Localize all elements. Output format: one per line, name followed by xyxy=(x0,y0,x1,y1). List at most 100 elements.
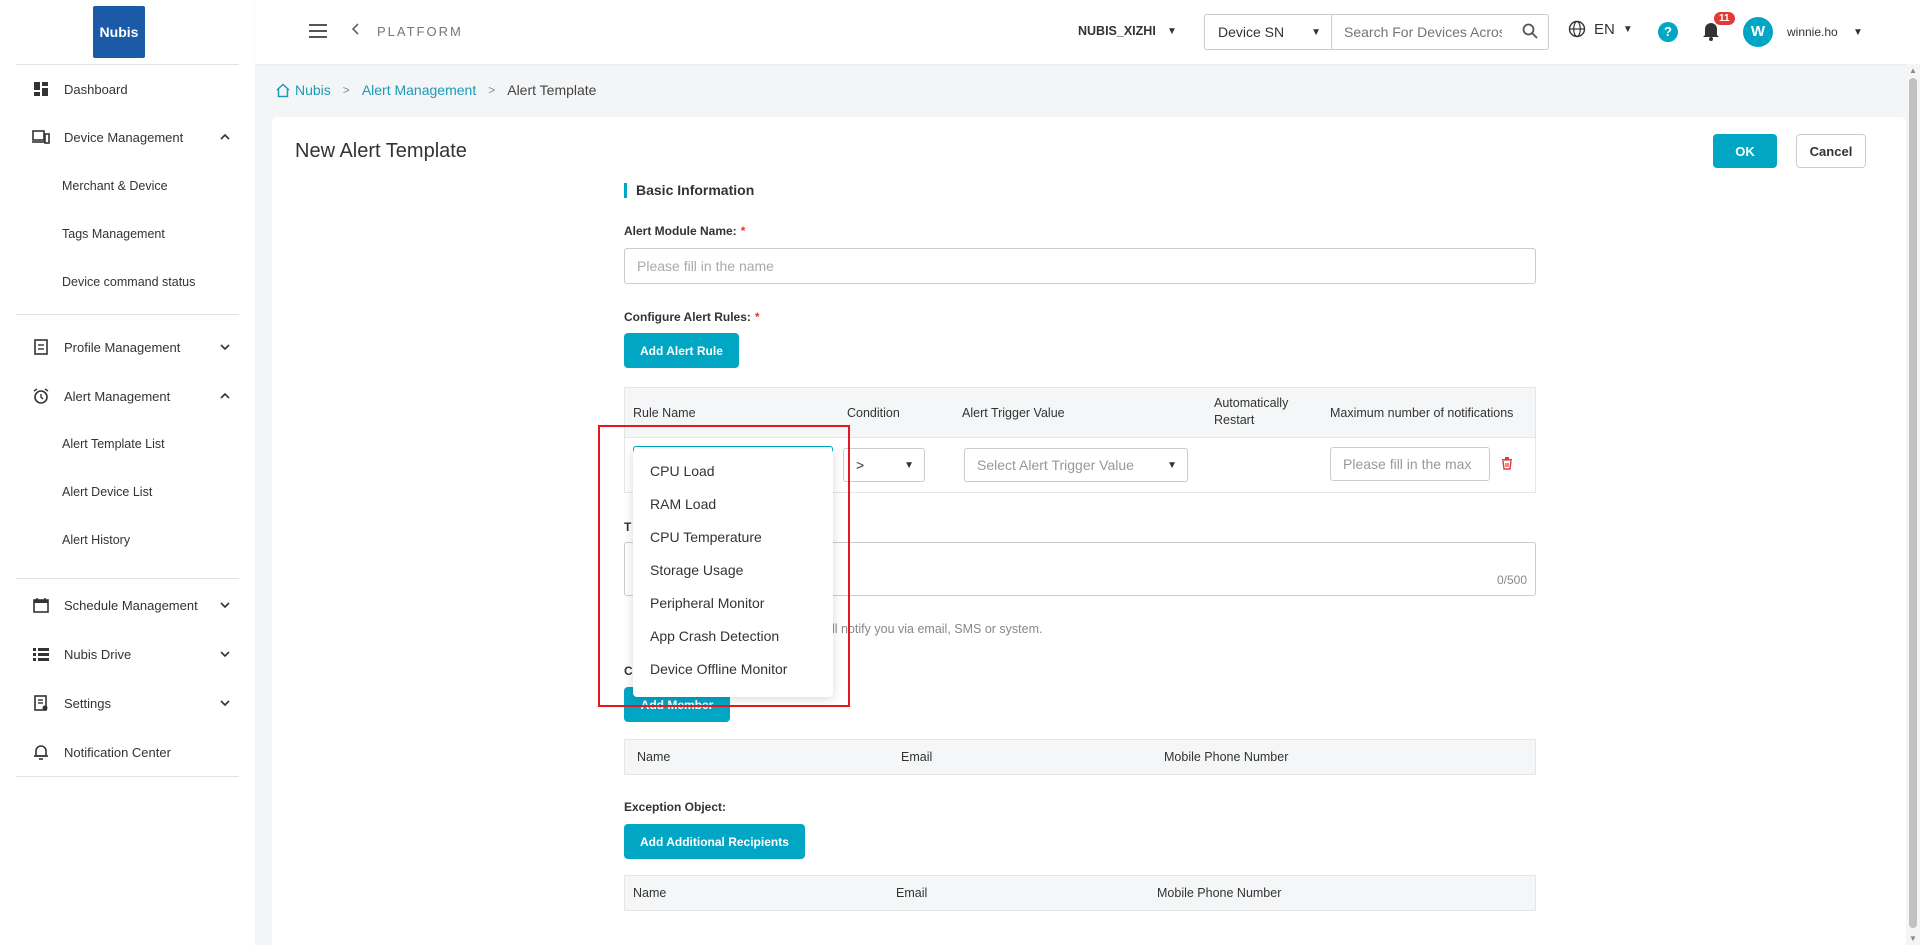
chevron-left-icon[interactable] xyxy=(351,22,359,38)
divider xyxy=(16,776,239,777)
settings-doc-icon xyxy=(32,694,50,712)
add-alert-rule-button[interactable]: Add Alert Rule xyxy=(624,333,739,368)
label-text: Configure Alert Rules: xyxy=(624,310,751,324)
basic-information-heading: Basic Information xyxy=(624,182,754,198)
sidebar-item-dashboard[interactable]: Dashboard xyxy=(16,69,239,109)
breadcrumb: Nubis > Alert Management > Alert Templat… xyxy=(275,82,596,98)
caret-down-icon[interactable]: ▼ xyxy=(1853,27,1863,38)
breadcrumb-alert-management[interactable]: Alert Management xyxy=(362,82,476,98)
alarm-clock-icon xyxy=(32,387,50,405)
members-table-header: Name Email Mobile Phone Number xyxy=(624,739,1536,775)
chevron-down-icon xyxy=(215,599,235,611)
delete-icon[interactable] xyxy=(1501,456,1513,473)
sidebar-subitem-alert-history[interactable]: Alert History xyxy=(62,533,130,547)
column-header-phone: Mobile Phone Number xyxy=(1157,886,1282,900)
avatar[interactable]: W xyxy=(1743,17,1773,47)
scroll-up-icon[interactable]: ▲ xyxy=(1909,66,1917,75)
search-icon[interactable] xyxy=(1522,23,1538,42)
required-asterisk: * xyxy=(740,224,746,238)
sidebar-subitem-alert-device-list[interactable]: Alert Device List xyxy=(62,485,152,499)
sidebar-subitem-device-command-status[interactable]: Device command status xyxy=(62,275,195,289)
breadcrumb-home[interactable]: Nubis xyxy=(295,82,331,98)
sidebar-item-settings[interactable]: Settings xyxy=(16,683,239,723)
device-select-value: Device SN xyxy=(1218,24,1285,40)
ok-button[interactable]: OK xyxy=(1713,134,1777,168)
column-header-restart-line2: Restart xyxy=(1214,413,1255,427)
divider xyxy=(16,64,239,65)
top-header: PLATFORM NUBIS_XIZHI ▼ Device SN ▼ EN ▼ … xyxy=(255,0,1920,64)
search-input[interactable] xyxy=(1332,15,1502,49)
breadcrumb-current: Alert Template xyxy=(507,82,597,98)
sidebar-item-label: Settings xyxy=(64,695,111,711)
chevron-down-icon xyxy=(215,341,235,353)
chevron-up-icon xyxy=(215,131,235,143)
chevron-down-icon xyxy=(215,648,235,660)
exception-table-header: Name Email Mobile Phone Number xyxy=(624,875,1536,911)
chevron-down-icon xyxy=(215,697,235,709)
column-header-rule-name: Rule Name xyxy=(633,406,696,420)
page-title: New Alert Template xyxy=(295,140,467,162)
trigger-value-select[interactable]: Select Alert Trigger Value ▼ xyxy=(964,448,1188,482)
username[interactable]: winnie.ho xyxy=(1787,25,1838,39)
sidebar-subitem-alert-template-list[interactable]: Alert Template List xyxy=(62,437,165,451)
sidebar-item-alert-management[interactable]: Alert Management xyxy=(16,376,239,416)
required-asterisk: * xyxy=(754,310,760,324)
platform-label[interactable]: PLATFORM xyxy=(377,24,463,39)
column-header-email: Email xyxy=(901,750,933,764)
column-header-name: Name xyxy=(637,750,671,764)
char-counter: 0/500 xyxy=(1496,573,1527,587)
add-additional-recipients-button[interactable]: Add Additional Recipients xyxy=(624,824,805,859)
caret-down-icon: ▼ xyxy=(904,459,914,471)
chevron-right-icon: > xyxy=(342,83,350,97)
module-name-label: Alert Module Name: * xyxy=(624,224,745,238)
nubis-logo[interactable]: Nubis xyxy=(93,6,145,58)
sidebar-item-device-management[interactable]: Device Management xyxy=(16,117,239,157)
scroll-thumb[interactable] xyxy=(1909,78,1917,928)
chevron-right-icon: > xyxy=(488,83,496,97)
scroll-down-icon[interactable]: ▼ xyxy=(1909,934,1917,943)
cancel-button[interactable]: Cancel xyxy=(1796,134,1866,168)
column-header-name: Name xyxy=(633,886,667,900)
placeholder: Please fill in the max xyxy=(1343,456,1472,472)
language-label: EN xyxy=(1594,20,1615,38)
max-notifications-input[interactable]: Please fill in the max xyxy=(1330,447,1490,481)
sidebar-item-label: Notification Center xyxy=(64,744,171,760)
module-name-input[interactable]: Please fill in the name xyxy=(624,248,1536,284)
sidebar-subitem-merchant-device[interactable]: Merchant & Device xyxy=(62,179,168,193)
sidebar: Nubis Dashboard Device Management Mercha… xyxy=(0,0,255,945)
sidebar-item-notification-center[interactable]: Notification Center xyxy=(16,732,239,772)
condition-select[interactable]: > ▼ xyxy=(843,448,925,482)
caret-down-icon: ▼ xyxy=(1167,459,1177,471)
sidebar-item-schedule-management[interactable]: Schedule Management xyxy=(16,585,239,625)
logo-text: Nubis xyxy=(99,24,139,40)
notify-hint-text: ll notify you via email, SMS or system. xyxy=(832,622,1043,636)
column-header-max-notifications: Maximum number of notifications xyxy=(1330,406,1514,420)
placeholder: Please fill in the name xyxy=(637,258,774,274)
home-icon[interactable] xyxy=(275,82,291,98)
device-field-select[interactable]: Device SN ▼ xyxy=(1204,14,1332,50)
dashboard-icon xyxy=(32,80,50,98)
profile-icon xyxy=(32,338,50,356)
org-selector[interactable]: NUBIS_XIZHI xyxy=(1078,24,1156,38)
sidebar-item-label: Nubis Drive xyxy=(64,646,132,662)
language-selector[interactable]: EN ▼ xyxy=(1568,20,1633,38)
column-header-condition: Condition xyxy=(847,406,900,420)
main-card xyxy=(272,117,1906,945)
sidebar-item-nubis-drive[interactable]: Nubis Drive xyxy=(16,634,239,674)
hamburger-menu-icon[interactable] xyxy=(309,24,327,38)
sidebar-item-label: Alert Management xyxy=(64,388,171,404)
list-icon xyxy=(32,645,50,663)
alert-rules-label: Configure Alert Rules: * xyxy=(624,310,760,324)
calendar-icon xyxy=(32,596,50,614)
column-header-restart-line1: Automatically xyxy=(1214,396,1289,410)
sidebar-subitem-tags-management[interactable]: Tags Management xyxy=(62,227,165,241)
divider xyxy=(16,578,239,579)
devices-icon xyxy=(32,128,50,146)
sidebar-item-label: Schedule Management xyxy=(64,597,198,613)
page-scrollbar[interactable]: ▲ ▼ xyxy=(1906,64,1920,945)
caret-down-icon[interactable]: ▼ xyxy=(1167,26,1177,37)
sidebar-item-profile-management[interactable]: Profile Management xyxy=(16,327,239,367)
sidebar-item-label: Dashboard xyxy=(64,81,128,97)
help-icon[interactable]: ? xyxy=(1658,22,1678,42)
chevron-up-icon xyxy=(215,390,235,402)
